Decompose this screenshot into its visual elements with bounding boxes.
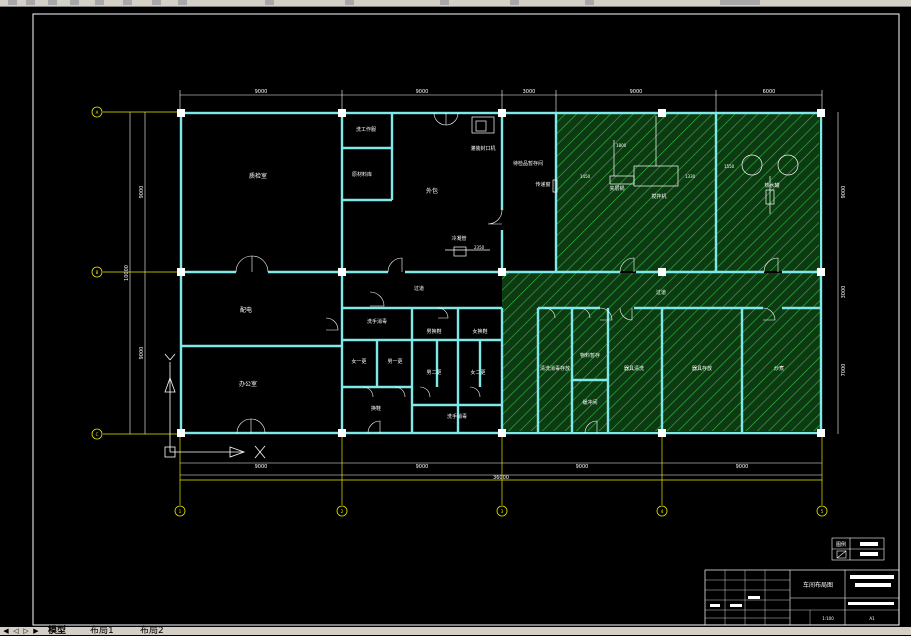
help-icon[interactable] [720, 0, 760, 5]
redo-icon[interactable] [265, 0, 274, 5]
layout-tabs: ◀ ◁ ▷ ▶ 模型 布局1 布局2 [0, 627, 911, 636]
room-label: 女一更 [351, 358, 366, 365]
pan-icon[interactable] [345, 0, 354, 5]
sheet-size: A1 [869, 616, 875, 621]
room-label: 灌装封口机 [470, 145, 495, 152]
room-label: 洗工作服 [356, 126, 376, 133]
title-block: 车间布局图 1:100 A1 [704, 569, 900, 626]
svg-text:9000: 9000 [736, 464, 749, 470]
toolbar [0, 0, 911, 7]
new-icon[interactable] [8, 0, 17, 5]
room-label: 办公室 [239, 380, 257, 388]
room-label: 热水罐 [764, 182, 779, 189]
svg-text:6000: 6000 [763, 89, 776, 95]
next-tab-icon[interactable]: ▷ [22, 627, 30, 635]
room-label: 物料暂存 [580, 352, 600, 359]
undo-icon[interactable] [178, 0, 187, 5]
axis-label: 4 [661, 509, 664, 514]
svg-text:3000: 3000 [523, 89, 536, 95]
drawing-scale: 1:100 [822, 616, 834, 621]
svg-text:1550: 1550 [724, 164, 735, 169]
axis-label: 5 [821, 509, 824, 514]
zoom-icon[interactable] [440, 0, 449, 5]
room-label: 过道 [656, 289, 666, 296]
svg-text:9000: 9000 [416, 464, 429, 470]
room-label: 搅拌机 [651, 193, 666, 200]
copy-icon[interactable] [123, 0, 132, 5]
svg-text:1330: 1330 [685, 174, 696, 179]
prev-tab-icon[interactable]: ◁ [12, 627, 20, 635]
svg-text:36000: 36000 [493, 475, 509, 481]
legend-box: 图例 [831, 537, 885, 561]
tab-layout1[interactable]: 布局1 [90, 627, 114, 636]
svg-text:9000: 9000 [255, 464, 268, 470]
cut-icon[interactable] [95, 0, 104, 5]
room-label: 男换鞋 [426, 328, 441, 335]
room-label: 洗手消毒 [447, 413, 467, 420]
drawing-canvas[interactable]: A B C 1 2 3 4 5 9000 9000 3000 9000 6000… [0, 7, 911, 627]
room-label: 质检室 [249, 172, 267, 180]
svg-text:10000: 10000 [124, 265, 130, 281]
svg-text:3000: 3000 [841, 286, 847, 299]
room-label: 换鞋 [371, 405, 381, 412]
room-label: 冷凝管 [451, 235, 466, 242]
svg-text:9000: 9000 [255, 89, 268, 95]
room-label: 洗手消毒 [367, 318, 387, 325]
room-label: 女二更 [470, 369, 485, 376]
svg-text:9000: 9000 [139, 186, 145, 199]
axis-label: B [96, 270, 99, 275]
room-label: 配电 [240, 306, 252, 314]
paste-icon[interactable] [152, 0, 161, 5]
svg-text:9000: 9000 [630, 89, 643, 95]
axis-label: 2 [341, 509, 344, 514]
drawing-title: 车间布局图 [803, 581, 833, 589]
axis-label: C [96, 432, 99, 437]
first-tab-icon[interactable]: ◀ [2, 627, 10, 635]
room-label: 原材料库 [352, 171, 372, 178]
room-label: 清洗消毒存放 [540, 365, 570, 372]
room-label: 男二更 [426, 370, 441, 376]
room-label: 器具存放 [692, 365, 712, 372]
axis-label: A [96, 110, 99, 115]
room-label: 器具清洗 [624, 365, 644, 372]
room-label: 外包 [426, 187, 438, 195]
svg-text:9000: 9000 [841, 186, 847, 199]
svg-text:9000: 9000 [416, 89, 429, 95]
legend-label: 图例 [836, 541, 846, 548]
svg-text:1800: 1800 [616, 143, 627, 148]
room-label: 夹层锅 [609, 185, 624, 192]
room-label: 缓冲间 [582, 399, 597, 406]
open-icon[interactable] [26, 0, 35, 5]
room-label: 炒煮 [774, 365, 784, 372]
room-label: 传递窗 [535, 181, 550, 188]
properties-icon[interactable] [510, 0, 519, 5]
save-icon[interactable] [48, 0, 57, 5]
svg-text:7000: 7000 [841, 364, 847, 377]
svg-text:9000: 9000 [139, 347, 145, 360]
room-label: 男一更 [387, 359, 402, 365]
axis-label: 1 [179, 509, 182, 514]
room-label: 待检品暂存间 [513, 160, 543, 167]
tab-layout2[interactable]: 布局2 [140, 627, 164, 636]
tab-model[interactable]: 模型 [48, 627, 66, 636]
room-label: 女换鞋 [472, 328, 487, 335]
svg-text:1450: 1450 [580, 174, 591, 179]
svg-text:2350: 2350 [474, 245, 485, 250]
svg-text:9000: 9000 [576, 464, 589, 470]
layers-icon[interactable] [585, 0, 594, 5]
axis-label: 3 [501, 509, 504, 514]
last-tab-icon[interactable]: ▶ [32, 627, 40, 635]
print-icon[interactable] [70, 0, 79, 5]
room-label: 过道 [414, 285, 424, 292]
